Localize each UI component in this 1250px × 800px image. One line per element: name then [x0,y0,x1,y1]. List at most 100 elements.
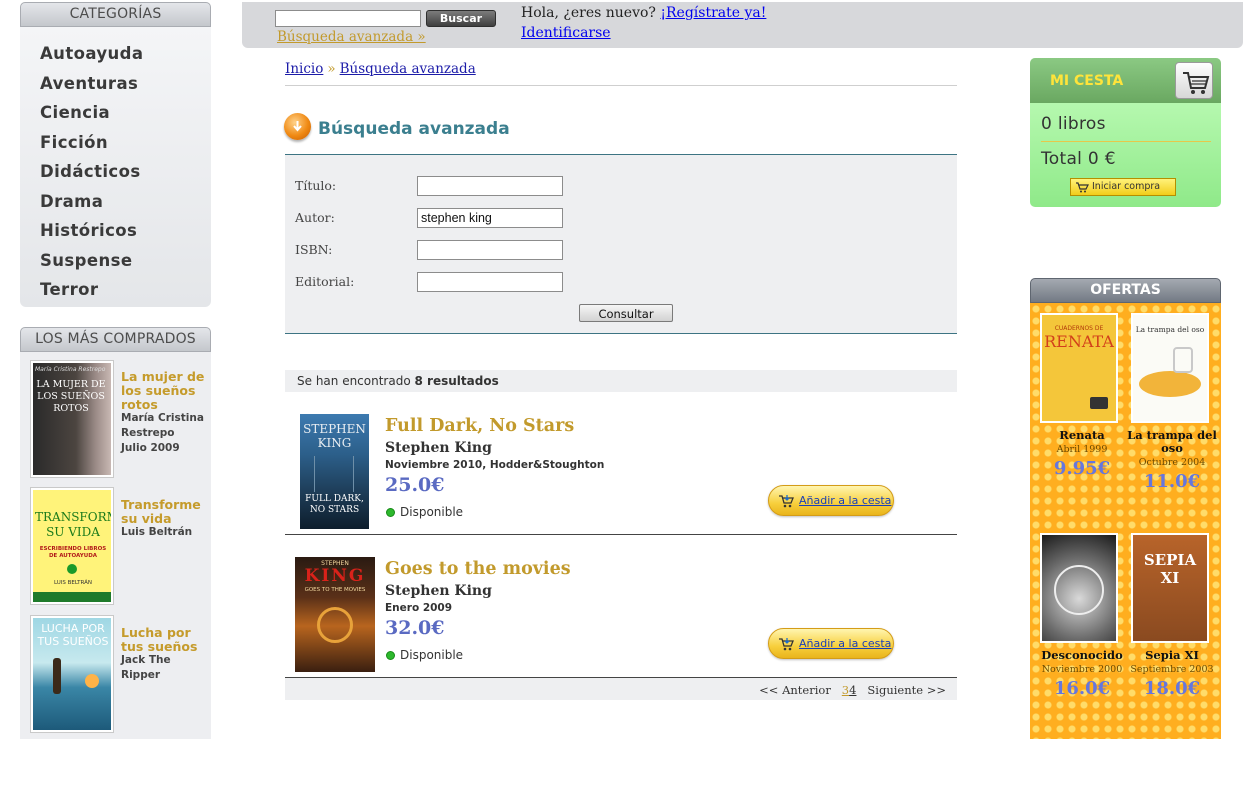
cover-title-text: LA MUJER DE LOS SUEÑOS ROTOS [36,379,106,414]
availability-status: Disponible [386,505,463,519]
breadcrumb-separator: » [327,61,336,77]
offer-cover[interactable] [1040,533,1118,643]
category-autoayuda[interactable]: Autoayuda [40,44,143,63]
start-purchase-label: Iniciar compra [1092,181,1161,192]
result-cover[interactable]: STEPHEN KING GOES TO THE MOVIES [295,557,375,672]
offer-title[interactable]: Renata [1037,429,1127,442]
bestseller-author: María Cristina Restrepo [121,412,204,439]
next-page-link[interactable]: Siguiente >> [867,683,946,697]
result-cover[interactable]: STEPHEN KING FULL DARK, NO STARS [300,414,369,529]
cover-cornfield [314,456,354,492]
author-field[interactable] [417,208,563,228]
results-prefix: Se han encontrado [297,374,411,388]
result-title[interactable]: Goes to the movies [385,559,571,579]
cover-title-text: SEPIA XI [1143,551,1197,587]
cover-title-text: RENATA [1044,332,1114,351]
cover-title-text: TRANSFORME SU VIDA [35,510,111,539]
register-link[interactable]: ¡Regístrate ya! [660,5,766,21]
offer-title[interactable]: Sepia XI [1127,649,1217,662]
bestseller-cover[interactable]: María Cristina Restrepo LA MUJER DE LOS … [30,360,114,478]
cover-figure [53,658,61,694]
honey-splash [1139,371,1201,397]
bestseller-author: Luis Beltrán [121,526,193,538]
cart-title: MI CESTA [1050,73,1124,89]
offer-price: 9.95€ [1053,458,1111,479]
breadcrumb-current-link[interactable]: Búsqueda avanzada [340,61,476,77]
category-didacticos[interactable]: Didácticos [40,162,141,181]
result-title[interactable]: Full Dark, No Stars [385,416,574,436]
cart-icon [778,636,794,655]
publisher-field[interactable] [417,272,563,292]
bestseller-author: Jack The Ripper [121,654,171,681]
isbn-field[interactable] [417,240,563,260]
result-author: Stephen King [385,583,492,599]
cover-author-text: LUIS BELTRÁN [53,580,93,586]
page-link[interactable]: 4 [849,683,856,697]
cover-author-text: María Cristina Restrepo [35,366,106,373]
cover-author-text: STEPHEN KING [303,422,366,450]
cover-subtitle-text: ESCRIBIENDO LIBROS DE AUTOAYUDA [39,546,107,559]
cart-total: Total 0 € [1041,149,1116,169]
category-suspense[interactable]: Suspense [40,251,132,270]
add-to-cart-button[interactable]: Añadir a la cesta [768,628,894,659]
isbn-label: ISBN: [295,242,333,257]
greeting-text: Hola, ¿eres nuevo? [521,5,656,21]
cover-title-text: La trampa del oso [1135,325,1205,334]
result-publication: Enero 2009 [385,602,453,614]
consult-button[interactable]: Consultar [579,304,673,322]
offer-price: 16.0€ [1053,678,1111,699]
offers-panel: CUADERNOS DE RENATA Renata Abril 1999 9.… [1030,303,1221,739]
bestsellers-panel: María Cristina Restrepo LA MUJER DE LOS … [20,352,211,739]
cart-book-count: 0 libros [1041,114,1106,134]
title-label: Título: [295,178,337,193]
category-terror[interactable]: Terror [40,280,98,299]
previous-page-link[interactable]: << Anterior [759,683,831,697]
advanced-search-link[interactable]: Búsqueda avanzada » [277,29,426,45]
offer-title[interactable]: Desconocido [1037,649,1127,662]
search-button[interactable]: Buscar [426,10,496,27]
bestseller-title[interactable]: La mujer de los sueños rotos [121,370,209,412]
cart-header: MI CESTA [1030,58,1221,103]
publisher-label: Editorial: [295,274,355,289]
shopping-cart-icon[interactable] [1175,62,1213,99]
add-to-cart-button[interactable]: Añadir a la cesta [768,485,894,516]
category-aventuras[interactable]: Aventuras [40,74,138,93]
offer-cover[interactable]: La trampa del oso [1131,313,1209,423]
greeting: Hola, ¿eres nuevo? ¡Regístrate ya! [521,5,766,21]
author-label: Autor: [295,210,335,225]
offer-date: Noviembre 2000 [1041,664,1123,675]
category-drama[interactable]: Drama [40,192,103,211]
cover-author-text: KING [304,566,366,586]
bestseller-cover[interactable]: TRANSFORME SU VIDA ESCRIBIENDO LIBROS DE… [30,487,114,605]
login-link[interactable]: Identificarse [521,25,611,41]
available-dot-icon [386,508,395,517]
breadcrumb: Inicio» Búsqueda avanzada [285,61,476,77]
title-field[interactable] [417,176,563,196]
page-title: Búsqueda avanzada [318,119,510,139]
category-ciencia[interactable]: Ciencia [40,103,110,122]
availability-text: Disponible [400,648,464,662]
bestseller-cover[interactable]: LUCHA POR TUS SUEÑOS [30,615,114,733]
pagination: << Anterior 34 Siguiente >> [285,678,957,700]
offer-date: Abril 1999 [1056,444,1108,455]
result-price: 25.0€ [385,474,445,496]
offer-cover[interactable]: SEPIA XI [1131,533,1209,643]
jar-icon [1173,347,1193,373]
cover-band [33,592,111,602]
offer-title[interactable]: La trampa del oso [1127,429,1217,455]
category-ficcion[interactable]: Ficción [40,133,108,152]
breadcrumb-home-link[interactable]: Inicio [285,61,323,77]
search-input[interactable] [275,10,421,27]
offer-cover[interactable]: CUADERNOS DE RENATA [1040,313,1118,423]
add-to-cart-label: Añadir a la cesta [799,494,892,507]
bestseller-title[interactable]: Lucha por tus sueños [121,626,209,654]
result-author: Stephen King [385,440,492,456]
offer-date: Octubre 2004 [1138,457,1206,468]
add-to-cart-label: Añadir a la cesta [799,637,892,650]
start-purchase-button[interactable]: Iniciar compra [1070,178,1176,196]
bestseller-title[interactable]: Transforme su vida [121,498,209,526]
results-summary: Se han encontrado 8 resultados [285,370,957,392]
clover-icon [67,564,77,574]
category-historicos[interactable]: Históricos [40,221,137,240]
cart-divider [1041,141,1211,142]
